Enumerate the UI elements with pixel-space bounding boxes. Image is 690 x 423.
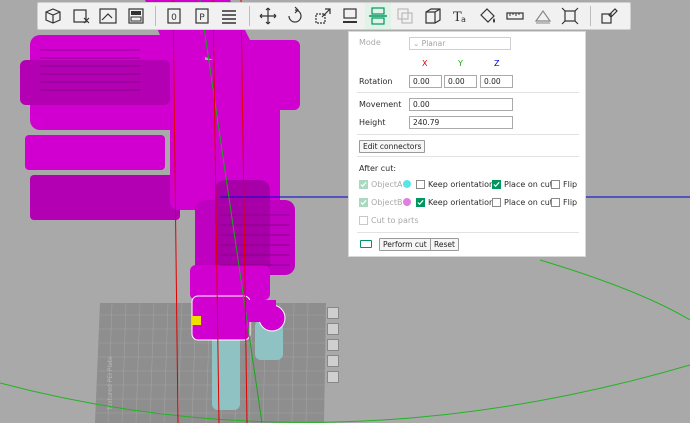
lay-on-face-icon[interactable] xyxy=(337,3,363,29)
axis-z-label: Z xyxy=(494,59,500,68)
keyboard-icon[interactable] xyxy=(360,240,372,248)
plate-settings-icon[interactable] xyxy=(327,371,339,383)
divider xyxy=(357,156,579,157)
object-a-color-dot xyxy=(403,180,411,188)
movement-label: Movement xyxy=(359,100,402,109)
rotate-icon[interactable] xyxy=(282,3,308,29)
keep-orientation-a-checkbox[interactable] xyxy=(416,180,425,189)
assembly-icon[interactable] xyxy=(557,3,583,29)
delete-icon[interactable] xyxy=(68,3,94,29)
cut-plane-ring-back xyxy=(539,259,690,321)
plate-orient-icon[interactable] xyxy=(327,339,339,351)
height-label: Height xyxy=(359,118,386,127)
flip-a-checkbox[interactable] xyxy=(551,180,560,189)
svg-text:P: P xyxy=(199,13,205,23)
object-b-label: ObjectB xyxy=(371,198,403,207)
place-on-cut-a-label: Place on cut xyxy=(504,180,553,189)
move-icon[interactable] xyxy=(255,3,281,29)
cut-tool-panel: Mode ⌄ Planar X Y Z Rotation 0.00 0.00 0… xyxy=(348,31,586,257)
plate-label: Textured PEI Plate xyxy=(107,356,114,411)
object-a-label: ObjectA xyxy=(371,180,403,189)
keep-orientation-b-checkbox[interactable] xyxy=(416,198,425,207)
variable-layer-icon[interactable] xyxy=(596,3,622,29)
mode-select[interactable]: ⌄ Planar xyxy=(409,37,511,50)
divider xyxy=(357,134,579,135)
plate-p-icon[interactable]: P xyxy=(189,3,215,29)
svg-text:a: a xyxy=(461,15,466,24)
place-on-cut-b-label: Place on cut xyxy=(504,198,553,207)
divider xyxy=(357,92,579,93)
main-toolbar: 0 P Ta xyxy=(37,2,631,30)
toolbar-separator xyxy=(155,6,156,26)
object-b-color-dot xyxy=(403,198,411,206)
rotation-y-field[interactable]: 0.00 xyxy=(444,75,477,88)
scale-icon[interactable] xyxy=(310,3,336,29)
toolbar-separator xyxy=(589,6,591,26)
axis-x-label: X xyxy=(422,59,428,68)
connector-marker xyxy=(192,316,201,325)
plate-menu-icon[interactable] xyxy=(216,3,242,29)
mode-label: Mode xyxy=(359,38,381,47)
rotation-x-field[interactable]: 0.00 xyxy=(409,75,442,88)
axis-y-label: Y xyxy=(458,59,463,68)
flip-a-label: Flip xyxy=(563,180,578,189)
mode-select-value: Planar xyxy=(421,39,446,48)
plate-side-toolbar xyxy=(327,307,341,387)
keep-orientation-a-label: Keep orientation xyxy=(428,180,495,189)
rotation-z-field[interactable]: 0.00 xyxy=(480,75,513,88)
perform-cut-button[interactable]: Perform cut xyxy=(379,238,431,251)
arrange-icon[interactable] xyxy=(95,3,121,29)
object-b-checkbox xyxy=(359,198,368,207)
cut-to-parts-checkbox[interactable] xyxy=(359,216,368,225)
toolbar-separator xyxy=(248,6,250,26)
flip-b-label: Flip xyxy=(563,198,578,207)
cut-to-parts-label: Cut to parts xyxy=(371,216,419,225)
flip-b-checkbox[interactable] xyxy=(551,198,560,207)
text-icon[interactable]: Ta xyxy=(447,3,473,29)
split-plate-icon[interactable] xyxy=(123,3,149,29)
place-on-cut-a-checkbox[interactable] xyxy=(492,180,501,189)
rotation-label: Rotation xyxy=(359,77,393,86)
paint-icon[interactable] xyxy=(475,3,501,29)
keep-orientation-b-label: Keep orientation xyxy=(428,198,495,207)
svg-text:0: 0 xyxy=(171,13,177,23)
plate-arrange-icon[interactable] xyxy=(327,323,339,335)
reset-button[interactable]: Reset xyxy=(430,238,459,251)
boolean-icon[interactable] xyxy=(392,3,418,29)
cut-icon[interactable] xyxy=(364,3,391,29)
model-object xyxy=(20,0,300,341)
object-a-checkbox xyxy=(359,180,368,189)
edit-connectors-button[interactable]: Edit connectors xyxy=(359,140,426,153)
plate-0-icon[interactable]: 0 xyxy=(161,3,187,29)
measure-icon[interactable] xyxy=(502,3,528,29)
mesh-box-icon[interactable] xyxy=(420,3,446,29)
3d-viewport[interactable]: Textured PEI Plate xyxy=(0,0,690,423)
seam-icon[interactable] xyxy=(530,3,556,29)
movement-field[interactable]: 0.00 xyxy=(409,98,513,111)
chevron-down-icon: ⌄ xyxy=(413,39,422,48)
after-cut-label: After cut: xyxy=(359,164,397,173)
plate-lock-icon[interactable] xyxy=(327,355,339,367)
place-on-cut-b-checkbox[interactable] xyxy=(492,198,501,207)
plate-close-icon[interactable] xyxy=(327,307,339,319)
add-cube-icon[interactable] xyxy=(40,3,66,29)
divider xyxy=(357,232,579,233)
height-field[interactable]: 240.79 xyxy=(409,116,513,129)
